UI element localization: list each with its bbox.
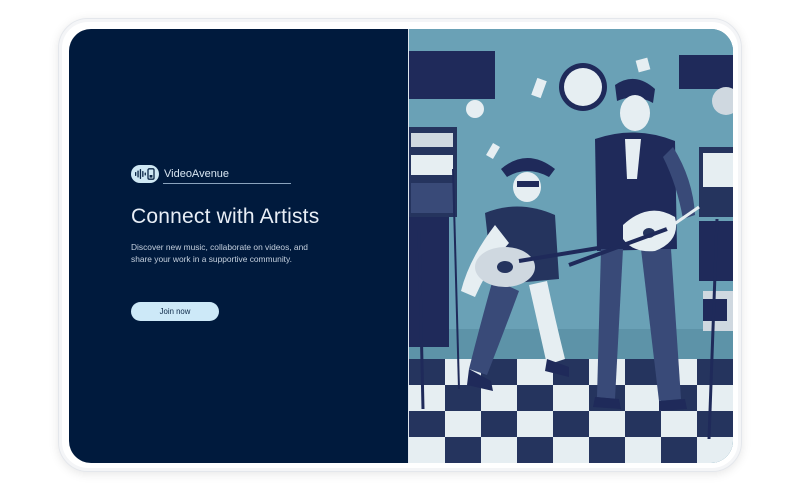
tablet-frame: VideoAvenue Connect with Artists Discove… — [58, 18, 742, 472]
illustration-panel — [409, 29, 733, 463]
brand[interactable]: VideoAvenue — [131, 165, 229, 183]
hero-description: Discover new music, collaborate on video… — [131, 242, 308, 264]
join-now-button[interactable]: Join now — [131, 302, 219, 321]
guitarists-illustration — [409, 29, 733, 463]
hero-title: Connect with Artists — [131, 205, 320, 228]
soundwave-phone-icon — [135, 168, 155, 180]
brand-underline — [163, 183, 291, 184]
brand-name: VideoAvenue — [164, 168, 230, 180]
landing-screen: VideoAvenue Connect with Artists Discove… — [69, 29, 733, 463]
hero-panel: VideoAvenue Connect with Artists Discove… — [69, 29, 408, 463]
brand-logo — [131, 165, 159, 183]
